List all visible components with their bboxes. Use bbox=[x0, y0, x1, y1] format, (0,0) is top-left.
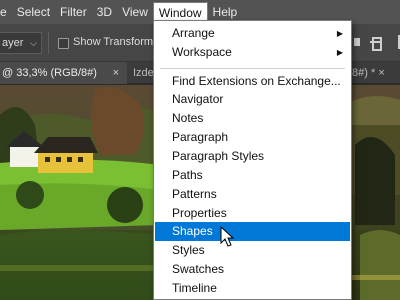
document-tab-second-title: Izde bbox=[133, 67, 154, 79]
menu-item-paragraph[interactable]: Paragraph bbox=[155, 128, 350, 147]
close-icon[interactable]: × bbox=[113, 62, 119, 84]
show-transform-checkbox[interactable] bbox=[58, 38, 69, 49]
close-icon[interactable]: × bbox=[378, 67, 384, 79]
align-right-edges-icon[interactable] bbox=[390, 35, 400, 49]
menu-filter[interactable]: Filter bbox=[55, 0, 92, 24]
menu-view[interactable]: View bbox=[117, 0, 153, 24]
menu-item-label: Workspace bbox=[172, 45, 232, 59]
submenu-arrow-icon: ▶ bbox=[336, 29, 343, 38]
menu-item-styles[interactable]: Styles bbox=[155, 241, 350, 260]
menu-item-paths[interactable]: Paths bbox=[155, 166, 350, 185]
options-divider bbox=[48, 32, 49, 54]
menu-separator bbox=[160, 68, 345, 69]
menu-item-label: Arrange bbox=[172, 26, 215, 40]
auto-select-dropdown[interactable]: ayer ⌵ bbox=[0, 32, 42, 54]
document-tab-second[interactable]: Izde bbox=[130, 62, 154, 84]
menu-item-properties[interactable]: Properties bbox=[155, 204, 350, 223]
document-tab-title: @ 33,3% (RGB/8#) bbox=[2, 67, 97, 79]
menu-item-arrange[interactable]: Arrange ▶ bbox=[155, 24, 350, 43]
show-transform-label: Show Transform C bbox=[73, 36, 165, 48]
menu-item-navigator[interactable]: Navigator bbox=[155, 90, 350, 109]
document-tab-active[interactable]: @ 33,3% (RGB/8#) × bbox=[0, 62, 127, 84]
mouse-pointer-icon bbox=[220, 226, 235, 247]
menu-item-swatches[interactable]: Swatches bbox=[155, 260, 350, 279]
menu-edit-partial[interactable]: e bbox=[0, 0, 12, 24]
menu-item-notes[interactable]: Notes bbox=[155, 109, 350, 128]
menu-select[interactable]: Select bbox=[12, 0, 55, 24]
menu-item-workspace[interactable]: Workspace ▶ bbox=[155, 43, 350, 62]
document-tab-third[interactable]: /8#) * × bbox=[349, 62, 400, 84]
align-horizontal-centers-icon[interactable] bbox=[370, 35, 382, 51]
submenu-arrow-icon: ▶ bbox=[336, 48, 343, 57]
chevron-down-icon: ⌵ bbox=[30, 38, 37, 48]
align-icons-group bbox=[350, 35, 400, 51]
menu-item-find-extensions[interactable]: Find Extensions on Exchange... bbox=[155, 72, 350, 91]
menu-item-patterns[interactable]: Patterns bbox=[155, 185, 350, 204]
document-tab-third-title: /8#) * bbox=[349, 67, 376, 79]
menu-item-shapes[interactable]: Shapes bbox=[155, 222, 350, 241]
auto-select-value: ayer bbox=[2, 37, 24, 49]
menu-item-timeline[interactable]: Timeline bbox=[155, 279, 350, 298]
menu-item-paragraph-styles[interactable]: Paragraph Styles bbox=[155, 147, 350, 166]
menu-window[interactable]: Window bbox=[152, 2, 208, 22]
window-menu-dropdown: Arrange ▶ Workspace ▶ Find Extensions on… bbox=[153, 20, 352, 300]
menu-3d[interactable]: 3D bbox=[92, 0, 117, 24]
